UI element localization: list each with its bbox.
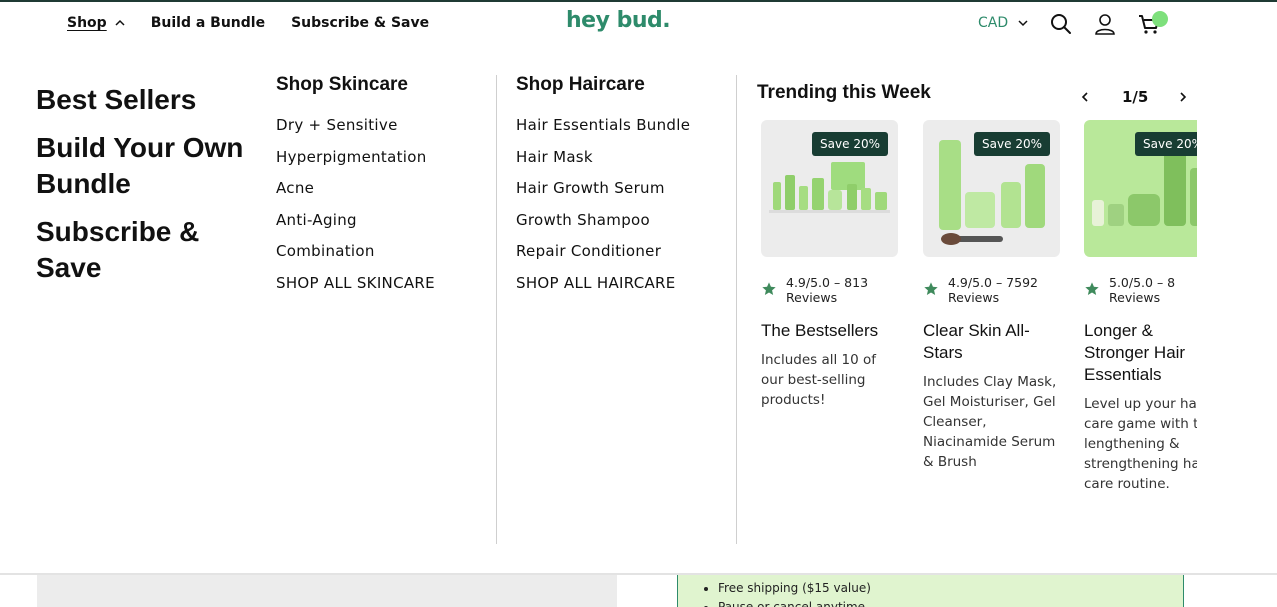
chevron-down-icon xyxy=(1018,20,1028,27)
skincare-link[interactable]: Anti-Aging xyxy=(276,211,435,229)
subscribe-save-link[interactable]: Subscribe & Save xyxy=(36,214,261,286)
haircare-link[interactable]: Hair Mask xyxy=(516,148,690,166)
save-badge: Save 20% xyxy=(1135,132,1197,156)
column-divider xyxy=(736,75,737,544)
nav-shop[interactable]: Shop xyxy=(67,15,125,31)
haircare-link[interactable]: Growth Shampoo xyxy=(516,211,690,229)
save-badge: Save 20% xyxy=(812,132,888,156)
benefits-list: Free shipping ($15 value) Pause or cance… xyxy=(718,579,1183,607)
best-sellers-link[interactable]: Best Sellers xyxy=(36,82,261,118)
shop-all-skincare-link[interactable]: SHOP ALL SKINCARE xyxy=(276,274,435,292)
product-image[interactable]: Save 20% xyxy=(1084,120,1197,257)
site-logo[interactable]: hey bud. xyxy=(566,8,671,33)
product-name[interactable]: Clear Skin All-Stars xyxy=(923,320,1061,364)
carousel-pager: 1/5 xyxy=(1078,88,1190,106)
nav-shop-label: Shop xyxy=(67,15,107,31)
search-icon[interactable] xyxy=(1049,12,1073,36)
main-nav: Shop Build a Bundle Subscribe & Save xyxy=(67,15,455,31)
shop-mega-menu: Best Sellers Build Your Own Bundle Subsc… xyxy=(0,46,1277,574)
product-card[interactable]: Save 20% 4.9/5.0 – 7592 Reviews Clear Sk… xyxy=(923,120,1061,472)
haircare-link[interactable]: Hair Growth Serum xyxy=(516,179,690,197)
account-icon[interactable] xyxy=(1093,12,1117,36)
rating-text: 4.9/5.0 – 7592 Reviews xyxy=(948,275,1038,305)
haircare-link[interactable]: Hair Essentials Bundle xyxy=(516,116,690,134)
save-badge: Save 20% xyxy=(974,132,1050,156)
chevron-right-icon[interactable] xyxy=(1176,90,1190,104)
skincare-column: Shop Skincare Dry + Sensitive Hyperpigme… xyxy=(276,74,435,305)
rating-text: 5.0/5.0 – 8 Reviews xyxy=(1109,275,1176,305)
product-rating: 5.0/5.0 – 8 Reviews xyxy=(1084,275,1197,305)
nav-build-bundle[interactable]: Build a Bundle xyxy=(151,15,265,31)
subscription-benefits-box: Free shipping ($15 value) Pause or cance… xyxy=(677,575,1184,607)
star-icon xyxy=(924,282,938,295)
product-card[interactable]: Save 20% 5.0/5.0 – 8 Reviews Longer & St… xyxy=(1084,120,1197,494)
skincare-link[interactable]: Dry + Sensitive xyxy=(276,116,435,134)
product-image[interactable]: Save 20% xyxy=(761,120,898,257)
product-description: Includes Clay Mask, Gel Moisturiser, Gel… xyxy=(923,374,1057,470)
skincare-link[interactable]: Hyperpigmentation xyxy=(276,148,435,166)
benefit-item: Free shipping ($15 value) xyxy=(718,579,1183,598)
haircare-heading[interactable]: Shop Haircare xyxy=(516,74,690,96)
star-icon xyxy=(762,282,776,295)
product-description: Includes all 10 of our best-selling prod… xyxy=(761,352,877,408)
chevron-up-icon xyxy=(115,19,125,26)
trending-carousel: Save 20% 4.9/5.0 – 813 Reviews The Bests… xyxy=(761,120,1197,540)
featured-links: Best Sellers Build Your Own Bundle Subsc… xyxy=(36,82,261,298)
skincare-link[interactable]: Combination xyxy=(276,242,435,260)
haircare-column: Shop Haircare Hair Essentials Bundle Hai… xyxy=(516,74,690,305)
chevron-left-icon[interactable] xyxy=(1078,90,1092,104)
product-image[interactable]: Save 20% xyxy=(923,120,1060,257)
rating-text: 4.9/5.0 – 813 Reviews xyxy=(786,275,869,305)
skincare-link[interactable]: Acne xyxy=(276,179,435,197)
product-name[interactable]: Longer & Stronger Hair Essentials xyxy=(1084,320,1197,386)
product-card[interactable]: Save 20% 4.9/5.0 – 813 Reviews The Bests… xyxy=(761,120,899,410)
build-your-own-bundle-link[interactable]: Build Your Own Bundle xyxy=(36,130,261,202)
benefit-item: Pause or cancel anytime xyxy=(718,598,1183,607)
currency-selector[interactable]: CAD xyxy=(978,15,1028,31)
haircare-link[interactable]: Repair Conditioner xyxy=(516,242,690,260)
column-divider xyxy=(496,75,497,544)
nav-subscribe-save[interactable]: Subscribe & Save xyxy=(291,15,429,31)
carousel-page-indicator: 1/5 xyxy=(1122,88,1149,106)
product-rating: 4.9/5.0 – 7592 Reviews xyxy=(923,275,1061,305)
product-name[interactable]: The Bestsellers xyxy=(761,320,899,342)
skincare-heading[interactable]: Shop Skincare xyxy=(276,74,435,96)
product-description: Level up your hair care game with this l… xyxy=(1084,396,1197,492)
cart-count-badge xyxy=(1152,11,1168,27)
trending-heading: Trending this Week xyxy=(757,82,931,103)
product-rating: 4.9/5.0 – 813 Reviews xyxy=(761,275,899,305)
product-gallery-placeholder xyxy=(37,575,617,607)
star-icon xyxy=(1085,282,1099,295)
site-header: Shop Build a Bundle Subscribe & Save hey… xyxy=(0,2,1277,46)
shop-all-haircare-link[interactable]: SHOP ALL HAIRCARE xyxy=(516,274,690,292)
currency-value: CAD xyxy=(978,15,1009,31)
